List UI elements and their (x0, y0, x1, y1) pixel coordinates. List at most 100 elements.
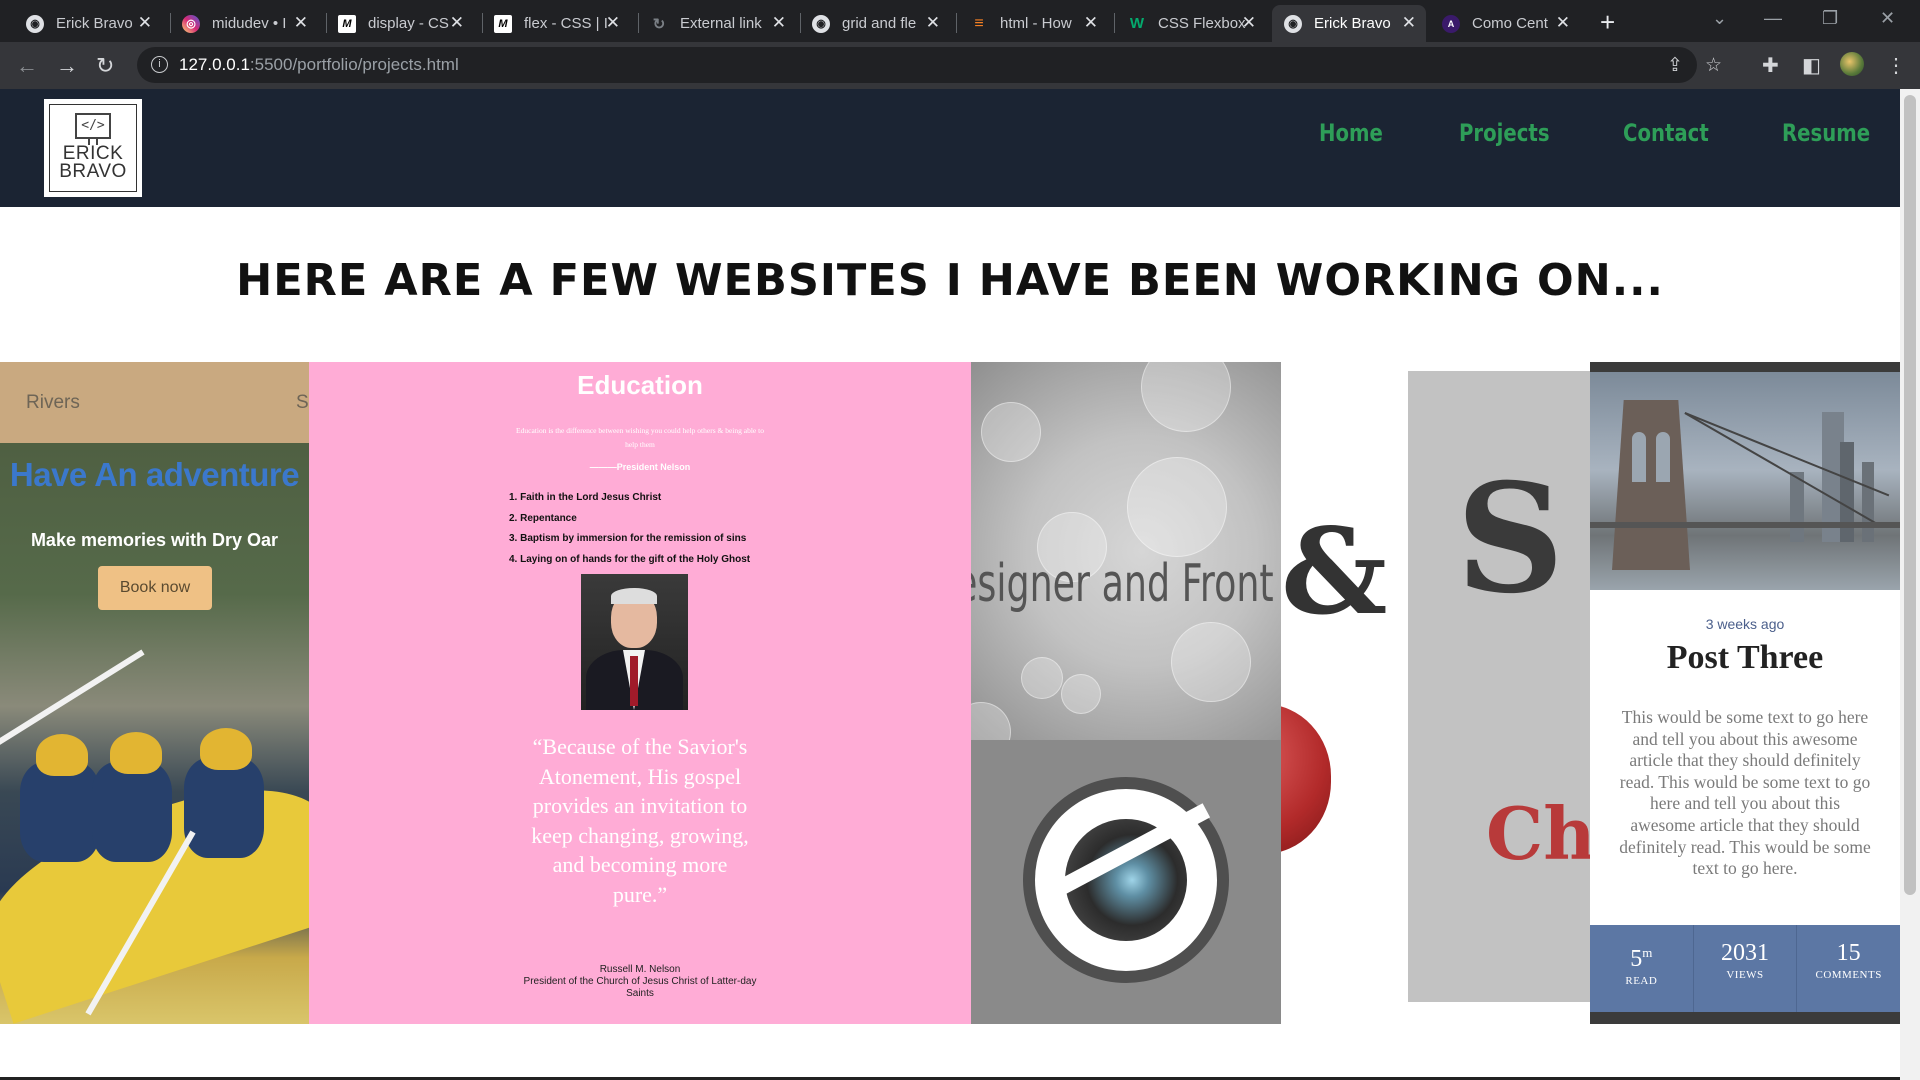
close-icon[interactable]: ✕ (1242, 13, 1256, 33)
mdn-icon: M (338, 14, 356, 33)
browser-tab-title: grid and fle (842, 15, 917, 32)
close-icon[interactable]: ✕ (926, 13, 940, 33)
w3schools-icon: W (1129, 15, 1145, 32)
address-bar[interactable]: i 127.0.0.1:5500/portfolio/projects.html… (137, 47, 1722, 83)
browser-tab-title: midudev • I (212, 15, 287, 32)
helmet-image (200, 728, 252, 770)
browser-tab-active[interactable]: ◉ Erick Bravo ✕ (1272, 5, 1426, 42)
browser-tab[interactable]: ◉ Erick Bravo ✕ (14, 5, 162, 42)
stat-label: COMMENTS (1815, 969, 1882, 981)
bridge-arch (1656, 432, 1670, 482)
helmet-image (36, 734, 88, 776)
project-card-typography[interactable]: S Ch (1408, 371, 1590, 1002)
bokeh-circle (981, 402, 1041, 462)
bookmark-star-icon[interactable]: ☆ (1705, 54, 1722, 77)
browser-tab[interactable]: ≡ html - How ✕ (958, 5, 1108, 42)
browser-tab[interactable]: ◉ grid and fle ✕ (800, 5, 950, 42)
bokeh-circle (1171, 622, 1251, 702)
url-host: 127.0.0.1 (179, 55, 250, 74)
card-bottom-bar (1590, 1012, 1900, 1024)
menu-icon[interactable]: ⋮ (1886, 53, 1906, 78)
bokeh-circle (1127, 457, 1227, 557)
portrait-hair (611, 588, 657, 604)
quote-signature: Russell M. Nelson President of the Churc… (519, 964, 761, 1000)
tab-search-icon[interactable]: ⌄ (1712, 8, 1727, 29)
bokeh-circle (1021, 657, 1063, 699)
project-card-education[interactable]: Education Education is the difference be… (309, 362, 971, 1024)
card-nav-item: S (296, 392, 309, 413)
new-tab-button[interactable]: + (1600, 7, 1615, 38)
bridge-photo (1590, 362, 1900, 590)
helmet-image (110, 732, 162, 774)
post-title: Post Three (1666, 639, 1824, 676)
restore-icon[interactable]: ❐ (1822, 8, 1838, 29)
close-icon[interactable]: ✕ (772, 13, 786, 33)
designer-text: esigner and Front (971, 554, 1274, 614)
project-card-post[interactable]: 3 weeks ago Post Three This would be som… (1590, 362, 1900, 1024)
reload-icon[interactable]: ↻ (96, 53, 114, 79)
close-icon[interactable]: ✕ (294, 13, 308, 33)
browser-tab[interactable]: ◎ midudev • I ✕ (170, 5, 318, 42)
nav-contact[interactable]: Contact (1623, 119, 1709, 147)
browser-tab[interactable]: ↻ External link ✕ (638, 5, 796, 42)
close-icon[interactable]: ✕ (606, 13, 620, 33)
browser-tab[interactable]: A Como Cent ✕ (1430, 5, 1580, 42)
stat-value: 15 (1836, 940, 1861, 966)
close-icon[interactable]: ✕ (450, 13, 464, 33)
nav-resume[interactable]: Resume (1782, 119, 1870, 147)
project-card-designer[interactable]: esigner and Front (971, 362, 1281, 1024)
ampersand-glyph: & (1281, 502, 1388, 641)
page-scrollbar[interactable] (1900, 89, 1920, 1080)
logo-name-last: BRAVO (59, 161, 127, 182)
globe-icon: ◉ (26, 14, 44, 33)
post-date: 3 weeks ago (1705, 616, 1785, 632)
list-item: 3. Baptism by immersion for the remissio… (509, 533, 747, 544)
close-icon[interactable]: ✕ (1084, 13, 1098, 33)
angular-icon: A (1442, 14, 1460, 33)
site-info-icon[interactable]: i (151, 56, 168, 73)
page-viewport: </> ERICK BRAVO Home Projects Contact Re… (0, 89, 1900, 1080)
back-icon[interactable]: ← (16, 53, 38, 79)
principles-list: 1. Faith in the Lord Jesus Christ 2. Rep… (509, 488, 809, 570)
project-card-adventure[interactable]: Rivers S Have An adventure Make memories… (0, 362, 309, 1024)
close-icon[interactable]: ✕ (1556, 13, 1570, 33)
extensions-icon[interactable]: ✚ (1762, 53, 1779, 78)
project-card-ampersand[interactable]: & (1281, 362, 1409, 1024)
profile-avatar[interactable] (1840, 52, 1864, 76)
bridge-tower (1612, 400, 1690, 570)
stat-label: VIEWS (1726, 969, 1764, 981)
bridge-arch (1632, 432, 1646, 482)
browser-tab[interactable]: W CSS Flexbox ✕ (1116, 5, 1266, 42)
url-text[interactable]: 127.0.0.1:5500/portfolio/projects.html (179, 55, 459, 75)
browser-tab-title: Erick Bravo (1314, 15, 1391, 32)
nav-projects[interactable]: Projects (1459, 119, 1550, 147)
window-close-icon[interactable]: ✕ (1880, 8, 1895, 29)
logo-emblem (1023, 777, 1229, 983)
nav-home[interactable]: Home (1319, 119, 1383, 147)
rafter-image (20, 762, 100, 862)
featured-quote: “Because of the Savior's Atonement, His … (531, 734, 749, 907)
globe-icon: ◉ (812, 14, 830, 33)
browser-toolbar: ← → ↻ i 127.0.0.1:5500/portfolio/project… (0, 42, 1920, 89)
browser-tab[interactable]: M display - CS ✕ (326, 5, 474, 42)
bokeh-circle (1061, 674, 1101, 714)
stat-views: 2031 VIEWS (1694, 925, 1798, 1012)
browser-tab[interactable]: M flex - CSS | I ✕ (482, 5, 630, 42)
forward-icon[interactable]: → (56, 53, 78, 79)
scrollbar-thumb[interactable] (1904, 95, 1916, 895)
site-logo[interactable]: </> ERICK BRAVO (44, 99, 142, 197)
side-panel-icon[interactable]: ◧ (1802, 53, 1821, 78)
stat-unit: m (1642, 945, 1653, 960)
close-icon[interactable]: ✕ (1402, 13, 1416, 33)
education-quote: Education is the difference between wish… (516, 426, 764, 449)
bokeh-circle (971, 702, 1011, 740)
close-icon[interactable]: ✕ (138, 13, 152, 33)
list-item: 1. Faith in the Lord Jesus Christ (509, 492, 662, 503)
serif-glyph: S (1456, 451, 1565, 627)
bridge-cable (1684, 412, 1890, 496)
stat-value: 2031 (1721, 940, 1769, 966)
globe-icon: ◉ (1284, 14, 1302, 33)
minimize-icon[interactable]: — (1764, 8, 1782, 29)
stat-comments: 15 COMMENTS (1797, 925, 1900, 1012)
share-icon[interactable]: ⇪ (1667, 54, 1683, 77)
